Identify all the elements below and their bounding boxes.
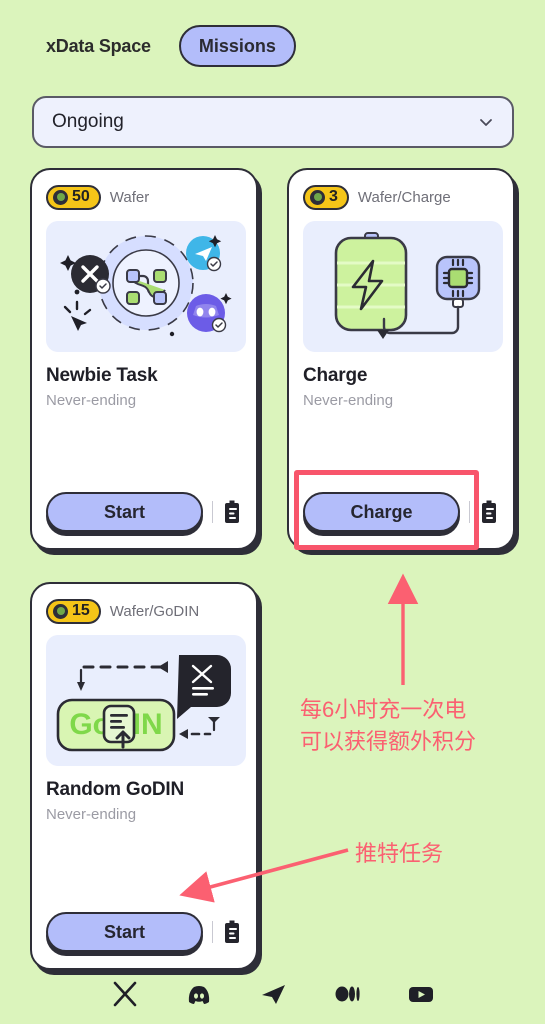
reward-amount: 15 [72, 602, 90, 619]
task-list-icon[interactable] [479, 499, 499, 525]
action-divider [212, 921, 213, 943]
card-actions: Charge [303, 492, 499, 532]
mission-card-charge[interactable]: 3 Wafer/Charge Charge Never-ending Charg… [287, 168, 515, 550]
mission-subtitle: Never-ending [303, 392, 394, 409]
start-button[interactable]: Start [46, 492, 203, 532]
action-divider [212, 501, 213, 523]
mission-card-newbie-task[interactable]: 50 Wafer Newbie Task Never-ending Start [30, 168, 258, 550]
reward-amount-badge: 50 [46, 184, 101, 210]
start-button[interactable]: Start [46, 912, 203, 952]
card-actions: Start [46, 912, 242, 952]
charge-annotation-line1: 每6小时充一次电 [300, 697, 467, 722]
reward-amount: 50 [72, 188, 90, 205]
tab-missions[interactable]: Missions [178, 25, 296, 67]
x-post-bubble-icon [177, 655, 231, 719]
reward-amount-badge: 3 [303, 184, 349, 210]
mission-title: Random GoDIN [46, 779, 184, 800]
task-list-icon[interactable] [222, 919, 242, 945]
medium-icon[interactable] [333, 980, 361, 1008]
reward-badge-row: 50 Wafer [46, 184, 242, 210]
reward-unit-label: Wafer [109, 188, 150, 206]
mission-subtitle: Never-ending [46, 392, 137, 409]
mission-status-select[interactable]: Ongoing [32, 96, 514, 148]
twitter-annotation-text: 推特任务 [355, 841, 444, 866]
x-twitter-icon[interactable] [111, 980, 139, 1008]
reward-badge-row: 3 Wafer/Charge [303, 184, 499, 210]
charge-annotation-line2: 可以获得额外积分 [300, 728, 477, 754]
upload-doc-icon [102, 704, 136, 749]
wafer-coin-icon [310, 189, 325, 205]
social-network-connect-illustration [46, 221, 246, 352]
telegram-icon[interactable] [259, 980, 287, 1008]
charge-button[interactable]: Charge [303, 492, 460, 532]
mission-subtitle: Never-ending [46, 806, 137, 823]
reward-amount-badge: 15 [46, 598, 101, 624]
mission-status-select-value: Ongoing [52, 111, 124, 132]
mission-card-random-godin[interactable]: 15 Wafer/GoDIN GoDIN [30, 582, 258, 970]
action-divider [469, 501, 470, 523]
discord-badge-icon [187, 294, 227, 333]
discord-icon[interactable] [185, 980, 213, 1008]
task-list-icon[interactable] [222, 499, 242, 525]
app-header: xData Space Missions [0, 18, 545, 74]
mission-title: Charge [303, 365, 368, 386]
charge-annotation-text: 每6小时充一次电 可以获得额外积分 [300, 694, 476, 758]
wafer-coin-icon [53, 603, 68, 619]
youtube-icon[interactable] [407, 980, 435, 1008]
missions-screen: xData Space Missions Ongoing 50 Wafer Ne… [0, 0, 545, 1024]
battery-charging-illustration [303, 221, 503, 352]
reward-badge-row: 15 Wafer/GoDIN [46, 598, 242, 624]
card-actions: Start [46, 492, 242, 532]
social-links-bar [0, 972, 545, 1016]
wafer-coin-icon [53, 189, 68, 205]
chevron-down-icon [478, 114, 494, 130]
mission-title: Newbie Task [46, 365, 158, 386]
godin-post-illustration: GoDIN [46, 635, 246, 766]
reward-amount: 3 [329, 188, 338, 205]
app-brand-title: xData Space [46, 35, 151, 56]
reward-unit-label: Wafer/GoDIN [109, 602, 200, 620]
reward-unit-label: Wafer/Charge [357, 188, 451, 206]
